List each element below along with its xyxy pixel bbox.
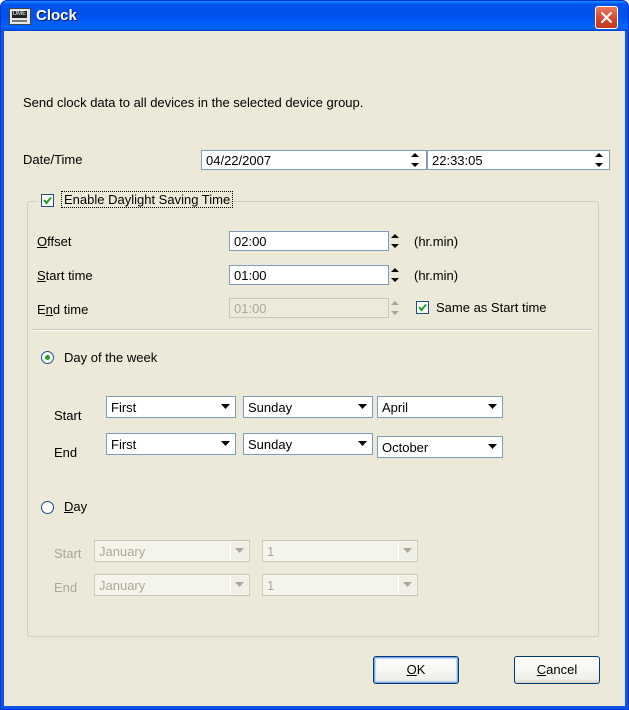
cancel-button-label: Cancel [536,662,578,677]
day-of-week-radio[interactable] [41,351,54,364]
day-of-week-label[interactable]: Day of the week [64,350,157,365]
end-time-label: End time [37,302,89,317]
start-time-spinner[interactable] [388,265,402,285]
offset-value: 02:00 [234,234,267,249]
dow-start-weekday-select[interactable]: Sunday [243,396,373,418]
spin-down-icon[interactable] [408,160,422,170]
day-end-day-value: 1 [267,578,275,593]
dropdown-arrow-icon[interactable] [483,438,501,456]
window-title: Clock [36,7,77,24]
day-start-day-value: 1 [267,544,275,559]
check-icon [43,196,52,205]
enable-dst-option[interactable]: Enable Daylight Saving Time [37,191,234,211]
offset-unit: (hr.min) [414,234,459,249]
spin-down-icon [391,311,399,315]
group-separator [33,329,593,331]
spin-down-icon[interactable] [388,275,402,285]
date-value: 04/22/2007 [206,153,272,168]
close-icon [600,11,613,24]
start-time-value: 01:00 [234,268,267,283]
date-spinner[interactable] [408,150,422,170]
dropdown-arrow-icon[interactable] [353,398,371,416]
spin-up-icon[interactable] [388,265,402,275]
day-end-month-value: January [99,578,146,593]
app-icon-label: DME [12,11,27,18]
day-start-label: Start [54,546,82,561]
dow-end-ordinal-select[interactable]: First [106,433,236,455]
spin-up-icon[interactable] [388,231,402,241]
check-icon [418,303,427,312]
same-as-start-checkbox[interactable] [416,301,429,314]
dropdown-arrow-icon[interactable] [483,398,501,416]
spin-up-icon[interactable] [408,150,422,160]
dow-end-weekday-value: Sunday [248,437,293,452]
dropdown-arrow-icon [398,542,416,560]
offset-spinner[interactable] [388,231,402,251]
enable-dst-label[interactable]: Enable Daylight Saving Time [61,191,234,208]
dialog-body: Send clock data to all devices in the se… [4,31,625,706]
title-bar[interactable]: DME Clock [1,1,628,31]
close-button[interactable] [595,6,618,29]
description-text: Send clock data to all devices in the se… [23,95,364,110]
day-end-day-select: 1 [262,574,418,596]
time-spinner[interactable] [592,150,606,170]
time-field[interactable]: 22:33:05 [427,150,610,170]
time-value: 22:33:05 [432,153,483,168]
day-start-month-select: January [94,540,250,562]
dropdown-arrow-icon[interactable] [216,435,234,453]
enable-dst-checkbox[interactable] [41,194,54,207]
day-end-label: End [54,580,78,595]
dow-end-weekday-select[interactable]: Sunday [243,433,373,455]
day-start-month-value: January [99,544,146,559]
dow-end-label: End [54,445,78,460]
ok-button[interactable]: OK [373,656,459,684]
end-time-field: 01:00 [229,298,389,318]
dow-start-label: Start [54,408,82,423]
start-time-unit: (hr.min) [414,268,459,283]
dow-start-month-value: April [382,400,409,415]
spin-down-icon[interactable] [388,241,402,251]
dow-start-ordinal-value: First [111,400,137,415]
end-time-spinner [388,298,402,318]
day-radio[interactable] [41,501,54,514]
day-label[interactable]: Day [64,499,87,514]
dow-start-month-select[interactable]: April [377,396,503,418]
datetime-label: Date/Time [23,152,83,167]
dow-end-ordinal-value: First [111,437,137,452]
dropdown-arrow-icon [398,576,416,594]
day-end-month-select: January [94,574,250,596]
spin-up-icon [391,301,399,305]
dropdown-arrow-icon[interactable] [353,435,371,453]
dropdown-arrow-icon[interactable] [216,398,234,416]
end-time-label-n: n [45,302,53,317]
clock-dialog: DME Clock Send clock data to all devices… [0,0,629,710]
dow-end-month-select[interactable]: October [377,436,503,458]
dropdown-arrow-icon [230,576,248,594]
cancel-button[interactable]: Cancel [514,656,600,684]
start-time-label: Start time [37,268,93,283]
date-field[interactable]: 04/22/2007 [201,150,427,170]
spin-down-icon[interactable] [592,160,606,170]
end-time-value: 01:00 [234,301,267,316]
app-icon: DME [9,8,31,25]
dow-start-weekday-value: Sunday [248,400,293,415]
same-as-start-label[interactable]: Same as Start time [436,300,547,315]
offset-label: Offset [37,234,72,249]
dow-start-ordinal-select[interactable]: First [106,396,236,418]
dow-end-month-value: October [382,440,429,455]
start-time-field[interactable]: 01:00 [229,265,389,285]
ok-button-label: OK [406,662,426,677]
offset-field[interactable]: 02:00 [229,231,389,251]
day-start-day-select: 1 [262,540,418,562]
dropdown-arrow-icon [230,542,248,560]
spin-up-icon[interactable] [592,150,606,160]
